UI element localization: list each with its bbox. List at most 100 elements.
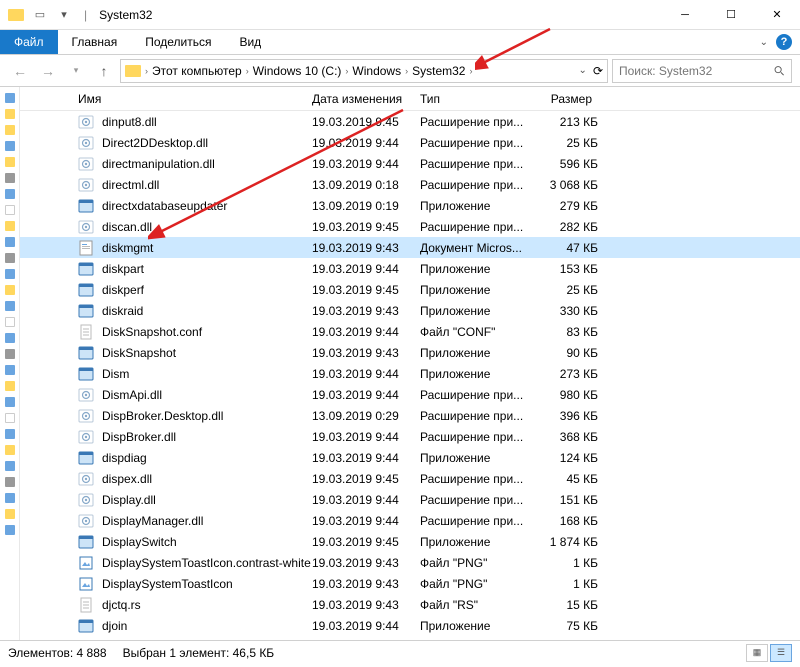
nav-shortcut[interactable] bbox=[5, 461, 15, 471]
file-row[interactable]: dispdiag19.03.2019 9:44Приложение124 КБ bbox=[20, 447, 800, 468]
nav-shortcut[interactable] bbox=[5, 477, 15, 487]
qat-properties-icon[interactable]: ▭ bbox=[32, 7, 48, 23]
file-row[interactable]: dllhost19.03.2019 9:44Приложение21 КБ bbox=[20, 636, 800, 640]
nav-shortcut[interactable] bbox=[5, 189, 15, 199]
maximize-button[interactable]: ☐ bbox=[708, 0, 754, 30]
file-row[interactable]: discan.dll19.03.2019 9:45Расширение при.… bbox=[20, 216, 800, 237]
chevron-right-icon[interactable]: › bbox=[469, 66, 472, 76]
nav-shortcut[interactable] bbox=[5, 429, 15, 439]
column-header-type[interactable]: Тип bbox=[414, 92, 532, 106]
nav-shortcut[interactable] bbox=[5, 365, 15, 375]
nav-shortcut[interactable] bbox=[5, 381, 15, 391]
close-button[interactable]: ✕ bbox=[754, 0, 800, 30]
file-type-icon bbox=[78, 450, 94, 466]
search-icon[interactable] bbox=[774, 64, 785, 78]
nav-shortcut[interactable] bbox=[5, 493, 15, 503]
nav-shortcut[interactable] bbox=[5, 157, 15, 167]
file-row[interactable]: DispBroker.Desktop.dll13.09.2019 0:29Рас… bbox=[20, 405, 800, 426]
file-row[interactable]: DisplayManager.dll19.03.2019 9:44Расшире… bbox=[20, 510, 800, 531]
breadcrumb[interactable]: › Этот компьютер › Windows 10 (C:) › Win… bbox=[120, 59, 608, 83]
view-details-button[interactable]: ☰ bbox=[770, 644, 792, 662]
file-row[interactable]: dinput8.dll19.03.2019 9:45Расширение при… bbox=[20, 111, 800, 132]
file-row[interactable]: Display.dll19.03.2019 9:44Расширение при… bbox=[20, 489, 800, 510]
nav-shortcut[interactable] bbox=[5, 333, 15, 343]
ribbon-expand-icon[interactable]: ⌄ bbox=[760, 37, 768, 48]
file-list[interactable]: dinput8.dll19.03.2019 9:45Расширение при… bbox=[20, 111, 800, 640]
nav-shortcut[interactable] bbox=[5, 253, 15, 263]
refresh-icon[interactable]: ⟳ bbox=[593, 64, 603, 78]
nav-shortcut[interactable] bbox=[5, 285, 15, 295]
file-row[interactable]: DisplaySystemToastIcon.contrast-white19.… bbox=[20, 552, 800, 573]
nav-shortcut[interactable] bbox=[5, 141, 15, 151]
navigation-pane-collapsed[interactable] bbox=[0, 87, 20, 640]
file-name: dinput8.dll bbox=[102, 115, 312, 129]
nav-shortcut[interactable] bbox=[5, 349, 15, 359]
breadcrumb-segment[interactable]: Windows bbox=[352, 64, 401, 78]
tab-home[interactable]: Главная bbox=[58, 30, 132, 54]
nav-shortcut[interactable] bbox=[5, 173, 15, 183]
nav-up-button[interactable]: ↑ bbox=[92, 59, 116, 83]
file-row[interactable]: diskmgmt19.03.2019 9:43Документ Micros..… bbox=[20, 237, 800, 258]
nav-back-button[interactable]: ← bbox=[8, 59, 32, 83]
nav-recent-dropdown[interactable]: ▾ bbox=[64, 59, 88, 83]
chevron-right-icon[interactable]: › bbox=[145, 66, 148, 76]
nav-shortcut[interactable] bbox=[5, 269, 15, 279]
file-row[interactable]: diskperf19.03.2019 9:45Приложение25 КБ bbox=[20, 279, 800, 300]
chevron-right-icon[interactable]: › bbox=[405, 66, 408, 76]
breadcrumb-segment[interactable]: Этот компьютер bbox=[152, 64, 242, 78]
column-header-name[interactable]: Имя bbox=[72, 92, 306, 106]
nav-shortcut[interactable] bbox=[5, 125, 15, 135]
tab-view[interactable]: Вид bbox=[225, 30, 275, 54]
breadcrumb-segment[interactable]: Windows 10 (C:) bbox=[253, 64, 342, 78]
file-row[interactable]: directxdatabaseupdater13.09.2019 0:19При… bbox=[20, 195, 800, 216]
file-row[interactable]: DiskSnapshot.conf19.03.2019 9:44Файл "CO… bbox=[20, 321, 800, 342]
qat-dropdown-icon[interactable]: ▾ bbox=[56, 7, 72, 23]
minimize-button[interactable]: ─ bbox=[662, 0, 708, 30]
file-row[interactable]: directmanipulation.dll19.03.2019 9:44Рас… bbox=[20, 153, 800, 174]
chevron-right-icon[interactable]: › bbox=[246, 66, 249, 76]
file-row[interactable]: dispex.dll19.03.2019 9:45Расширение при.… bbox=[20, 468, 800, 489]
column-header-size[interactable]: Размер bbox=[532, 92, 608, 106]
nav-shortcut[interactable] bbox=[5, 509, 15, 519]
breadcrumb-segment[interactable]: System32 bbox=[412, 64, 465, 78]
nav-shortcut[interactable] bbox=[5, 205, 15, 215]
file-row[interactable]: Direct2DDesktop.dll19.03.2019 9:44Расшир… bbox=[20, 132, 800, 153]
file-type-icon bbox=[78, 135, 94, 151]
nav-shortcut[interactable] bbox=[5, 525, 15, 535]
nav-shortcut[interactable] bbox=[5, 109, 15, 119]
file-row[interactable]: DisplaySystemToastIcon19.03.2019 9:43Фай… bbox=[20, 573, 800, 594]
file-row[interactable]: diskpart19.03.2019 9:44Приложение153 КБ bbox=[20, 258, 800, 279]
nav-shortcut[interactable] bbox=[5, 301, 15, 311]
tab-share[interactable]: Поделиться bbox=[131, 30, 225, 54]
file-row[interactable]: directml.dll13.09.2019 0:18Расширение пр… bbox=[20, 174, 800, 195]
file-row[interactable]: DisplaySwitch19.03.2019 9:45Приложение1 … bbox=[20, 531, 800, 552]
file-row[interactable]: djctq.rs19.03.2019 9:43Файл "RS"15 КБ bbox=[20, 594, 800, 615]
file-row[interactable]: diskraid19.03.2019 9:43Приложение330 КБ bbox=[20, 300, 800, 321]
search-box[interactable] bbox=[612, 59, 792, 83]
file-row[interactable]: DiskSnapshot19.03.2019 9:43Приложение90 … bbox=[20, 342, 800, 363]
nav-shortcut[interactable] bbox=[5, 445, 15, 455]
nav-shortcut[interactable] bbox=[5, 237, 15, 247]
file-date: 19.03.2019 9:44 bbox=[312, 514, 420, 528]
help-icon[interactable]: ? bbox=[776, 34, 792, 50]
file-row[interactable]: DismApi.dll19.03.2019 9:44Расширение при… bbox=[20, 384, 800, 405]
file-type-icon bbox=[78, 555, 94, 571]
file-row[interactable]: Dism19.03.2019 9:44Приложение273 КБ bbox=[20, 363, 800, 384]
nav-shortcut[interactable] bbox=[5, 317, 15, 327]
nav-shortcut[interactable] bbox=[5, 413, 15, 423]
file-row[interactable]: DispBroker.dll19.03.2019 9:44Расширение … bbox=[20, 426, 800, 447]
file-row[interactable]: djoin19.03.2019 9:44Приложение75 КБ bbox=[20, 615, 800, 636]
nav-shortcut[interactable] bbox=[5, 93, 15, 103]
nav-forward-button[interactable]: → bbox=[36, 59, 60, 83]
nav-shortcut[interactable] bbox=[5, 221, 15, 231]
file-name: diskraid bbox=[102, 304, 312, 318]
column-header-date[interactable]: Дата изменения bbox=[306, 92, 414, 106]
chevron-right-icon[interactable]: › bbox=[345, 66, 348, 76]
file-type-icon bbox=[78, 597, 94, 613]
file-date: 19.03.2019 9:43 bbox=[312, 556, 420, 570]
search-input[interactable] bbox=[619, 64, 774, 78]
tab-file[interactable]: Файл bbox=[0, 30, 58, 54]
history-dropdown-icon[interactable]: ⌄ bbox=[579, 65, 587, 76]
nav-shortcut[interactable] bbox=[5, 397, 15, 407]
view-thumbnails-button[interactable]: ▦ bbox=[746, 644, 768, 662]
